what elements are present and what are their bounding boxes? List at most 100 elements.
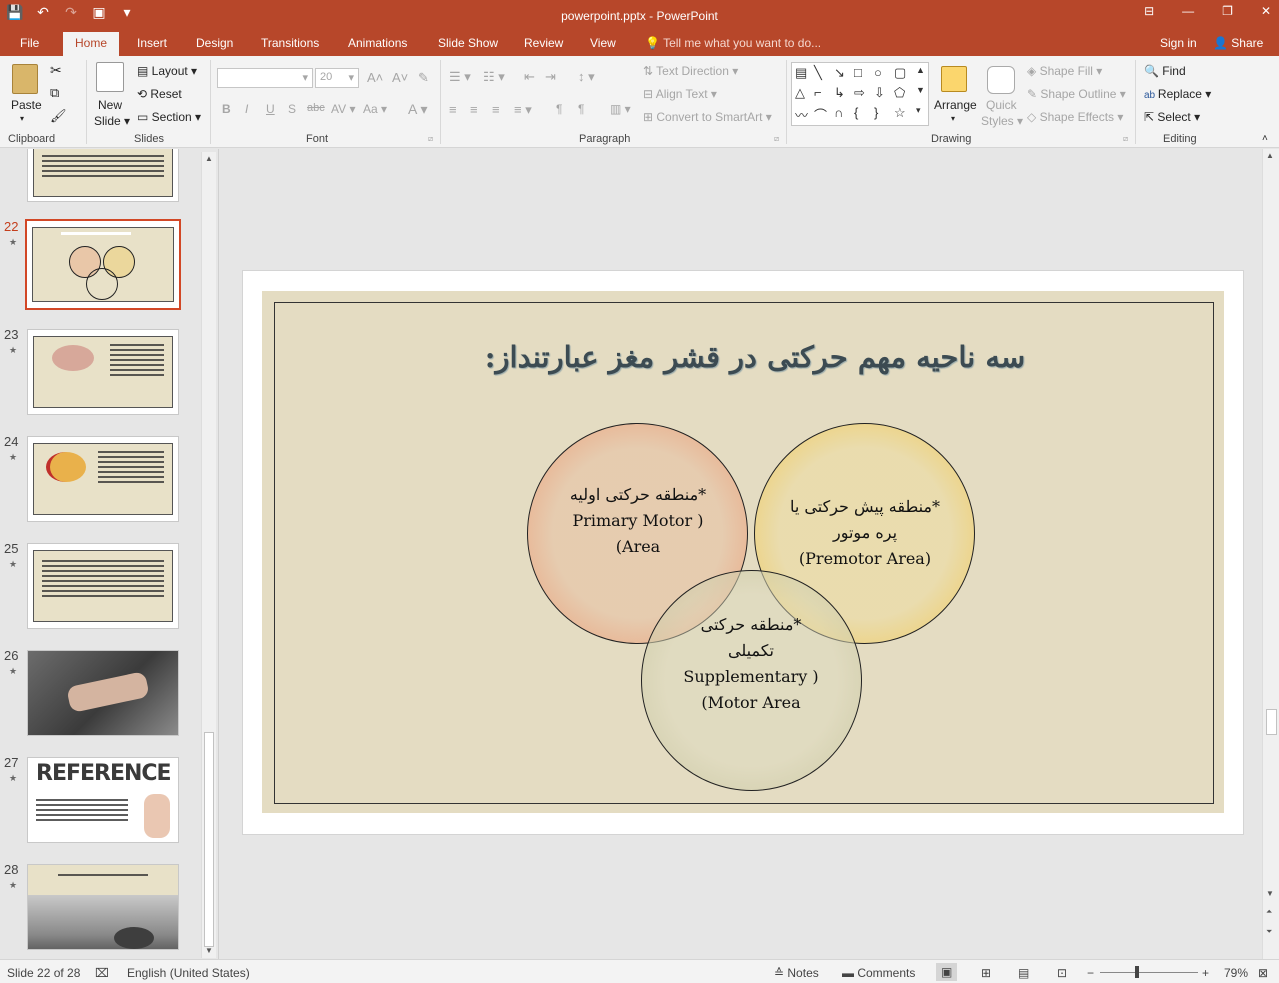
rectangle-shape-icon[interactable]: □ [854,65,862,80]
thumbnail-scrollbar[interactable]: ▲ ▼ [201,152,216,958]
columns-icon[interactable]: ▥ ▾ [610,102,631,116]
star-shape-icon[interactable]: ☆ [894,105,906,121]
normal-view-icon[interactable]: ▣ [936,963,958,981]
close-icon[interactable]: ✕ [1261,4,1271,18]
rounded-rect-shape-icon[interactable]: ▢ [894,65,906,81]
slide-sorter-icon[interactable]: ⊞ [981,966,991,980]
align-left-icon[interactable]: ≡ [449,102,457,117]
font-name-box[interactable]: ▾ [217,68,313,88]
clear-formatting-icon[interactable]: ✎ [418,70,429,86]
previous-slide-icon[interactable]: ⏶ [1266,907,1272,917]
increase-font-icon[interactable]: A˄ [367,70,383,85]
language-indicator[interactable]: English (United States) [127,966,250,980]
triangle-shape-icon[interactable]: △ [795,85,805,101]
bold-icon[interactable]: B [222,102,231,116]
scroll-up-icon[interactable]: ▲ [205,154,213,163]
reset-button[interactable]: ⟲ Reset [137,87,182,101]
scroll-down-icon[interactable]: ▼ [205,946,213,955]
tab-animations[interactable]: Animations [348,36,407,50]
slide-title[interactable]: سه ناحیه مهم حرکتی در قشر مغز عبارتنداز: [420,340,1090,374]
change-case-icon[interactable]: Aa ▾ [363,102,387,116]
text-direction-button[interactable]: ⇅ Text Direction ▾ [643,64,738,78]
ltr-icon[interactable]: ¶ [556,102,562,116]
fit-slide-icon[interactable]: ⊠ [1258,966,1268,980]
justify-icon[interactable]: ≡ ▾ [514,102,532,118]
slide-thumbnail-selected[interactable] [25,219,181,310]
oval-shape-icon[interactable]: ○ [874,65,882,80]
tab-home[interactable]: Home [63,32,120,56]
left-brace-shape-icon[interactable]: { [854,105,858,120]
paste-button[interactable]: Paste [11,98,42,112]
numbering-icon[interactable]: ☷ ▾ [483,69,505,85]
arrow-line-shape-icon[interactable]: ↘ [834,65,845,81]
arrange-dropdown-icon[interactable]: ▾ [951,114,955,123]
decrease-indent-icon[interactable]: ⇤ [524,69,535,85]
minimize-icon[interactable]: — [1182,4,1194,18]
font-size-dropdown-icon[interactable]: ▾ [348,71,354,84]
tab-review[interactable]: Review [524,36,563,50]
slide-thumbnail[interactable] [27,436,179,522]
slide-thumbnail[interactable] [27,149,179,202]
textbox-shape-icon[interactable]: ▤ [795,65,807,81]
arc-shape-icon[interactable]: ∩ [834,105,843,120]
replace-button[interactable]: ab Replace ▾ [1144,87,1211,101]
curve-shape-icon[interactable]: ⌒ [814,105,827,124]
strikethrough-icon[interactable]: abc [307,102,325,114]
slideshow-view-icon[interactable]: ⊡ [1057,966,1067,980]
slide-counter[interactable]: Slide 22 of 28 [7,966,80,980]
circle3-text[interactable]: *منطقه حرکتی تکمیلی Supplementary ) (Mot… [656,612,846,716]
find-button[interactable]: 🔍 Find [1144,64,1186,78]
underline-icon[interactable]: U [266,102,275,116]
zoom-out-icon[interactable]: − [1087,966,1094,980]
restore-icon[interactable]: ❐ [1222,4,1233,18]
freeform-shape-icon[interactable]: 〰 [795,105,808,124]
character-spacing-icon[interactable]: AV ▾ [331,102,355,116]
paragraph-dialog-launcher-icon[interactable]: ⧄ [774,134,779,144]
font-size-box[interactable]: 20 ▾ [315,68,359,88]
slide-thumbnail[interactable] [27,329,179,415]
align-center-icon[interactable]: ≡ [470,102,478,117]
tab-view[interactable]: View [590,36,616,50]
format-painter-icon[interactable]: 🖌 [50,108,67,124]
new-slide-button[interactable]: New [98,98,122,112]
convert-smartart-button[interactable]: ⊞ Convert to SmartArt ▾ [643,110,772,124]
scroll-thumb[interactable] [204,732,214,947]
zoom-in-icon[interactable]: + [1202,966,1209,980]
canvas-scrollbar[interactable]: ▲ ▼ ⏶ ⏷ [1262,149,1279,959]
slide-thumbnail[interactable] [27,543,179,629]
shape-effects-button[interactable]: ◇ Shape Effects ▾ [1027,110,1123,124]
scroll-thumb[interactable] [1266,709,1277,735]
slide-thumbnail[interactable] [27,650,179,736]
right-brace-shape-icon[interactable]: } [874,105,878,120]
right-arrow-shape-icon[interactable]: ⇨ [854,85,865,101]
gallery-down-icon[interactable]: ▼ [916,85,925,95]
rtl-icon[interactable]: ¶ [578,102,584,116]
quick-styles-button[interactable]: Quick [986,98,1017,112]
new-slide-icon[interactable] [96,62,124,92]
arrange-button[interactable]: Arrange [934,98,977,112]
shadow-icon[interactable]: S [288,102,296,116]
circle2-text[interactable]: *منطقه پیش حرکتی یا پره موتور (Premotor … [770,494,960,572]
share-button[interactable]: 👤 Share [1213,36,1263,50]
drawing-dialog-launcher-icon[interactable]: ⧄ [1123,134,1128,144]
copy-icon[interactable]: ⧉ [50,85,59,101]
increase-indent-icon[interactable]: ⇥ [545,69,556,85]
tab-transitions[interactable]: Transitions [261,36,319,50]
align-right-icon[interactable]: ≡ [492,102,500,117]
paste-dropdown-icon[interactable]: ▾ [20,114,24,123]
tab-slide-show[interactable]: Slide Show [438,36,498,50]
slide-thumbnail[interactable] [27,864,179,950]
ribbon-display-options-icon[interactable]: ⊟ [1144,4,1154,18]
font-dialog-launcher-icon[interactable]: ⧄ [428,134,433,144]
shape-outline-button[interactable]: ✎ Shape Outline ▾ [1027,87,1126,101]
select-button[interactable]: ⇱ Select ▾ [1144,110,1200,124]
italic-icon[interactable]: I [245,102,248,116]
tab-file[interactable]: File [20,36,39,50]
pentagon-shape-icon[interactable]: ⬠ [894,85,905,101]
reading-view-icon[interactable]: ▤ [1018,966,1029,980]
spell-check-icon[interactable]: ⌧ [95,966,109,980]
gallery-more-icon[interactable]: ▾ [916,105,921,116]
elbow-arrow-shape-icon[interactable]: ↳ [834,85,845,101]
collapse-ribbon-icon[interactable]: ˄ [1262,133,1268,144]
shape-fill-button[interactable]: ◈ Shape Fill ▾ [1027,64,1102,78]
